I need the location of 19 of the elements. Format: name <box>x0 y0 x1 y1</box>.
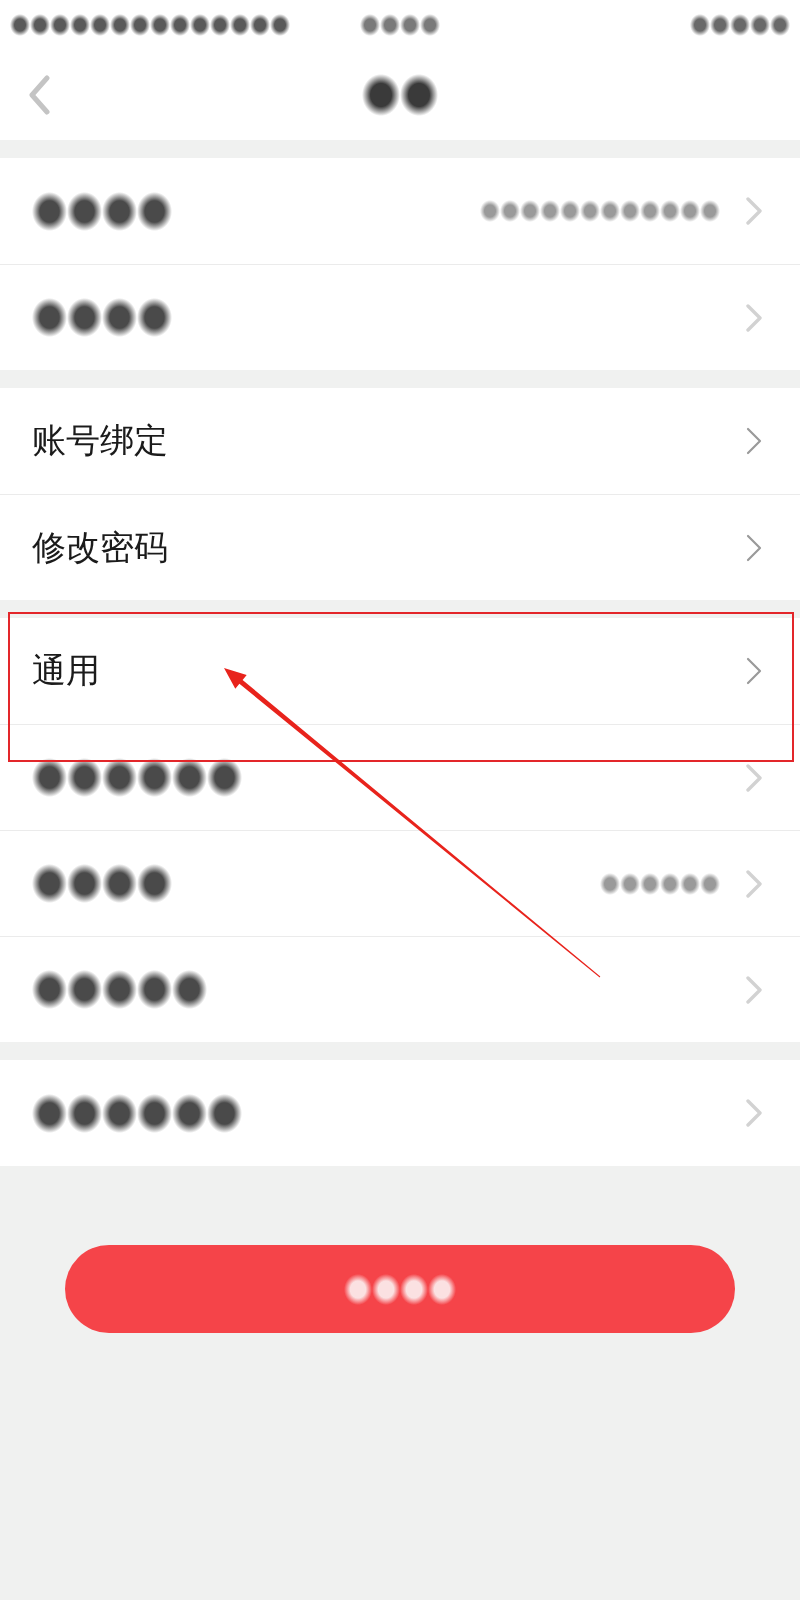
chevron-right-icon <box>746 1099 762 1127</box>
settings-row[interactable]: 修改密码 <box>0 494 800 600</box>
settings-row[interactable] <box>0 830 800 936</box>
chevron-right-icon <box>746 197 762 225</box>
settings-row[interactable]: 账号绑定 <box>0 388 800 494</box>
chevron-right-icon <box>746 763 762 792</box>
settings-row[interactable] <box>0 264 800 370</box>
settings-row[interactable]: 通用 <box>0 618 800 724</box>
chevron-right-icon <box>746 303 762 332</box>
chevron-right-icon <box>746 869 762 898</box>
chevron-right-icon <box>746 657 762 685</box>
chevron-right-icon <box>746 427 762 455</box>
settings-row[interactable] <box>0 936 800 1042</box>
settings-row[interactable] <box>0 158 800 264</box>
chevron-right-icon <box>746 975 762 1004</box>
back-icon <box>28 75 50 115</box>
chevron-right-icon <box>746 533 762 562</box>
settings-row[interactable] <box>0 1060 800 1166</box>
settings-row[interactable] <box>0 724 800 830</box>
